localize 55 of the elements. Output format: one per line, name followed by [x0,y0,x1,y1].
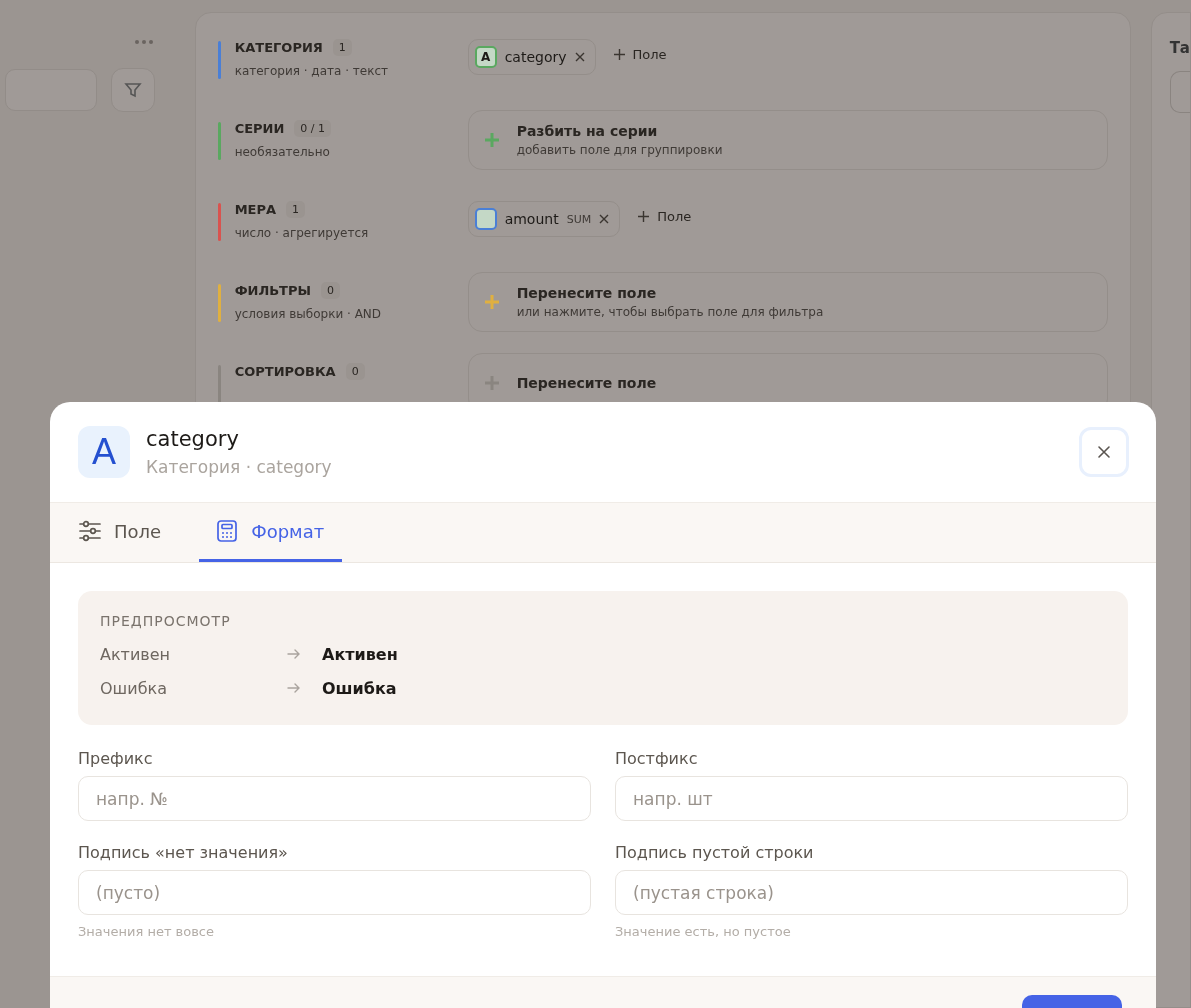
source-value: Активен [100,644,172,664]
input-field[interactable]: (пусто) [78,870,591,915]
section-hint: категория · дата · текст [234,64,388,78]
preview-title: ПРЕДПРОСМОТР [100,613,232,629]
section-hint: условия выборки · AND [234,307,382,321]
type-icon: A [78,426,130,478]
section-title: ФИЛЬТРЫ [234,283,311,298]
count-badge: 0 [345,363,365,380]
plus-icon [484,133,499,147]
close-button[interactable] [1079,427,1129,477]
formatted-value: Ошибка [322,678,397,698]
remove-icon[interactable] [574,52,585,62]
section-hint: необязательно [234,145,331,159]
filter-button[interactable] [110,68,155,112]
formatted-value: Активен [322,644,398,664]
field-chip[interactable]: amount SUM [467,201,621,237]
section-title: МЕРА [234,202,277,217]
field-hint: Значения нет вовсе [78,924,215,939]
tab[interactable]: Поле [78,503,180,562]
plus-icon [638,211,650,222]
more-icon[interactable] [134,40,153,44]
section-title: СОРТИРОВКА [234,364,336,379]
input-field[interactable]: напр. № [78,776,591,821]
dialog-subtitle: Категория · category [146,457,333,477]
type-icon: A [474,46,497,68]
count-badge: 0 [321,282,340,299]
remove-icon[interactable] [599,214,610,224]
tab[interactable]: Формат [199,503,343,562]
input-field[interactable]: (пустая строка) [615,870,1128,915]
dialog-title: category [146,427,240,451]
field-label: Постфикс [615,749,699,768]
close-icon [1096,444,1112,460]
section-hint: число · агрегируется [234,226,369,240]
plus-icon [484,295,499,309]
section-title: КАТЕГОРИЯ [234,40,323,55]
input-field[interactable]: напр. шт [615,776,1128,821]
field-label: Подпись «нет значения» [78,843,289,862]
field-label: Подпись пустой строки [615,843,815,862]
section-title: СЕРИИ [234,121,285,136]
field-hint: Значение есть, но пустое [615,924,792,939]
drop-zone[interactable]: Разбить на серии добавить поле для группировки [467,110,1108,170]
source-value: Ошибка [100,678,168,698]
sliders-icon [78,519,102,543]
field-label: Префикс [78,749,154,768]
drop-zone[interactable]: Перенесите поле или нажмите, чтобы выбрать поле для фильтра [467,272,1108,332]
plus-icon [613,49,625,60]
funnel-icon [122,80,143,100]
count-badge: 0 / 1 [294,120,332,137]
add-field-button[interactable]: Поле [632,201,698,232]
add-field-button[interactable]: Поле [607,39,673,70]
panel-title: Та [1169,39,1190,57]
field-chip[interactable]: A category [467,39,596,75]
calculator-icon [215,519,240,543]
count-badge: 1 [332,39,352,56]
count-badge: 1 [286,201,306,218]
